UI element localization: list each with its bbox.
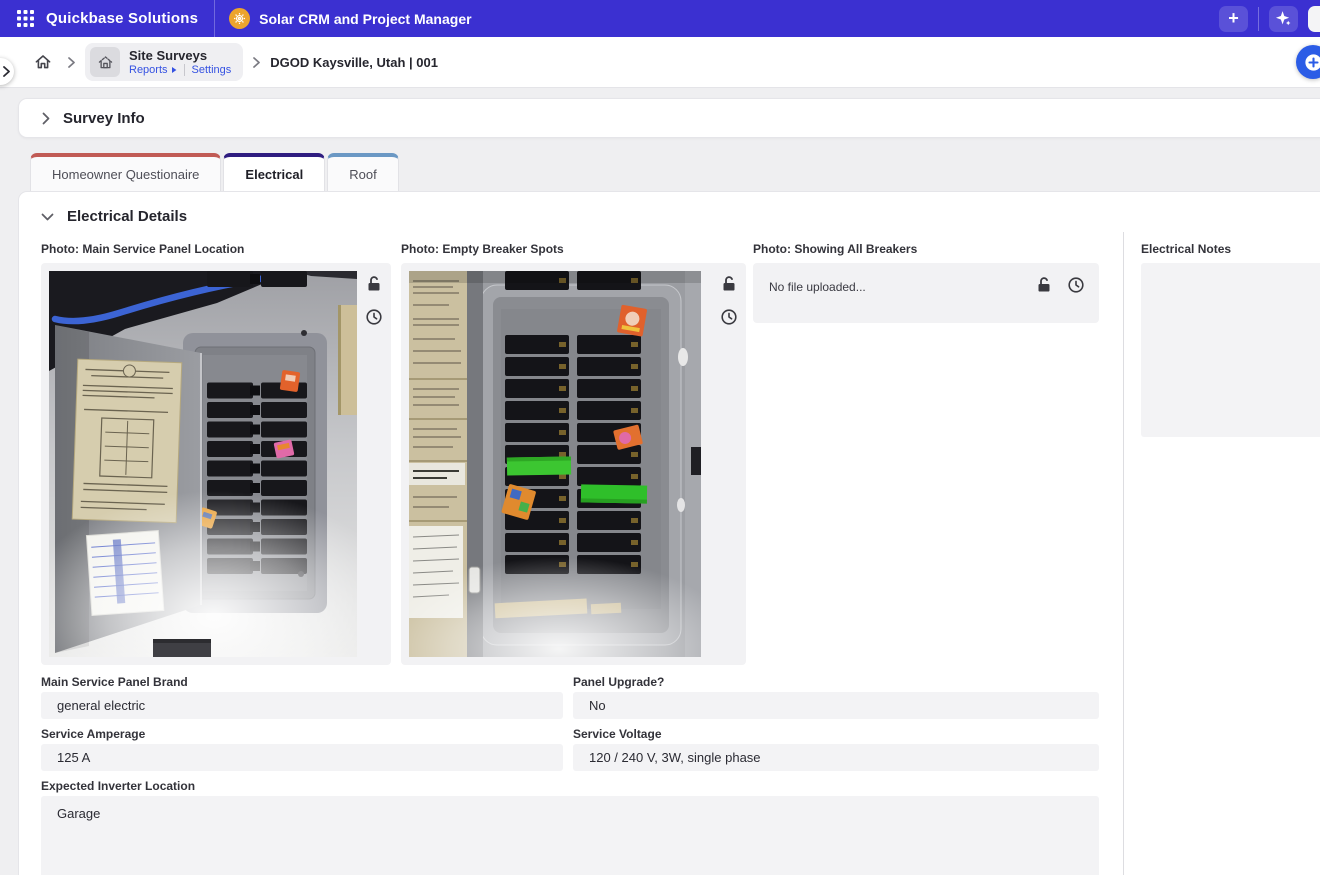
top-navbar: Quickbase Solutions Solar CRM and Projec… bbox=[0, 0, 1320, 37]
app-gear-icon bbox=[229, 8, 250, 29]
history-button[interactable] bbox=[364, 307, 384, 327]
tab-roof[interactable]: Roof bbox=[327, 153, 398, 192]
main-panel-photo-thumbnail[interactable] bbox=[49, 271, 357, 662]
photo-all-breakers-label: Photo: Showing All Breakers bbox=[753, 242, 917, 256]
electrical-notes-label: Electrical Notes bbox=[1141, 242, 1231, 256]
table-text: Site Surveys Reports Settings bbox=[129, 49, 231, 76]
field-label: Service Voltage bbox=[573, 728, 1099, 741]
no-file-text: No file uploaded... bbox=[769, 280, 866, 294]
reports-caret-icon bbox=[171, 66, 177, 74]
navbar-divider bbox=[214, 0, 215, 37]
chevron-down-icon bbox=[41, 213, 54, 221]
field-value: Garage bbox=[41, 796, 1099, 875]
history-button[interactable] bbox=[719, 307, 739, 327]
unlock-icon bbox=[720, 275, 738, 293]
field-label: Main Service Panel Brand bbox=[41, 676, 563, 689]
app-home-link[interactable]: Solar CRM and Project Manager bbox=[229, 8, 471, 29]
field-value: No bbox=[573, 692, 1099, 719]
field-value: 125 A bbox=[41, 744, 563, 771]
navbar-actions-divider bbox=[1258, 7, 1259, 31]
survey-info-title: Survey Info bbox=[63, 110, 145, 127]
clock-icon bbox=[720, 308, 738, 326]
record-title: DGOD Kaysville, Utah | 001 bbox=[270, 55, 438, 70]
plus-icon: + bbox=[1228, 9, 1239, 29]
photo-empty-breakers-field bbox=[401, 263, 746, 665]
apps-grid-button[interactable] bbox=[8, 6, 42, 32]
unlock-button[interactable] bbox=[719, 274, 739, 294]
field-label: Service Amperage bbox=[41, 728, 563, 741]
photo-all-breakers-field: No file uploaded... bbox=[753, 263, 1099, 323]
tab-homeowner-questionaire[interactable]: Homeowner Questionaire bbox=[30, 153, 221, 192]
field-label: Expected Inverter Location bbox=[41, 780, 1099, 793]
home-button[interactable] bbox=[28, 47, 58, 77]
table-name: Site Surveys bbox=[129, 49, 231, 63]
field-expected-inverter-location: Expected Inverter Location Garage bbox=[41, 780, 1099, 875]
plus-circle-icon bbox=[1303, 52, 1320, 73]
column-divider bbox=[1123, 232, 1124, 875]
table-house-icon bbox=[96, 53, 115, 72]
links-divider bbox=[184, 64, 185, 76]
chevron-right-icon bbox=[42, 112, 50, 125]
field-value: general electric bbox=[41, 692, 563, 719]
form-tabs: Homeowner Questionaire Electrical Roof bbox=[30, 153, 401, 192]
section-title: Electrical Details bbox=[67, 208, 187, 225]
chevron-right-icon bbox=[253, 57, 260, 68]
photo-main-panel-label: Photo: Main Service Panel Location bbox=[41, 242, 244, 256]
electrical-notes-value bbox=[1141, 263, 1320, 437]
photo-main-panel-field bbox=[41, 263, 391, 665]
new-item-button[interactable]: + bbox=[1219, 6, 1248, 32]
home-icon bbox=[33, 52, 53, 72]
clock-icon bbox=[1067, 276, 1085, 294]
photo-empty-breakers-label: Photo: Empty Breaker Spots bbox=[401, 242, 564, 256]
table-tile bbox=[90, 47, 120, 77]
app-name: Solar CRM and Project Manager bbox=[259, 11, 471, 27]
field-label: Panel Upgrade? bbox=[573, 676, 1099, 689]
chevron-right-icon bbox=[3, 66, 10, 77]
field-panel-upgrade: Panel Upgrade? No bbox=[573, 676, 1099, 719]
field-value: 120 / 240 V, 3W, single phase bbox=[573, 744, 1099, 771]
empty-breakers-photo-thumbnail[interactable] bbox=[409, 271, 701, 662]
breadcrumb-table-site-surveys[interactable]: Site Surveys Reports Settings bbox=[85, 43, 243, 81]
profile-button[interactable] bbox=[1308, 6, 1320, 32]
ai-assistant-button[interactable] bbox=[1269, 6, 1298, 32]
unlock-icon bbox=[365, 275, 383, 293]
unlock-button[interactable] bbox=[364, 274, 384, 294]
reports-link[interactable]: Reports bbox=[129, 64, 177, 76]
breadcrumb: Site Surveys Reports Settings DGOD Kaysv… bbox=[0, 37, 1320, 88]
navbar-actions: + bbox=[1219, 0, 1320, 37]
apps-grid-icon bbox=[17, 10, 34, 27]
settings-link[interactable]: Settings bbox=[192, 64, 232, 76]
electrical-tab-panel: Electrical Details Photo: Main Service P… bbox=[18, 191, 1320, 875]
chevron-right-icon bbox=[68, 57, 75, 68]
survey-info-section-toggle[interactable]: Survey Info bbox=[18, 98, 1320, 138]
clock-icon bbox=[365, 308, 383, 326]
electrical-details-section-toggle[interactable]: Electrical Details bbox=[41, 208, 187, 225]
quickbase-app-screen: Quickbase Solutions Solar CRM and Projec… bbox=[0, 0, 1320, 875]
sparkle-icon bbox=[1275, 10, 1292, 27]
history-button[interactable] bbox=[1066, 275, 1086, 295]
field-service-amperage: Service Amperage 125 A bbox=[41, 728, 563, 771]
unlock-button[interactable] bbox=[1034, 275, 1054, 295]
tab-electrical[interactable]: Electrical bbox=[223, 153, 325, 192]
unlock-icon bbox=[1035, 276, 1053, 294]
company-name[interactable]: Quickbase Solutions bbox=[46, 10, 198, 27]
field-main-service-panel-brand: Main Service Panel Brand general electri… bbox=[41, 676, 563, 719]
field-service-voltage: Service Voltage 120 / 240 V, 3W, single … bbox=[573, 728, 1099, 771]
